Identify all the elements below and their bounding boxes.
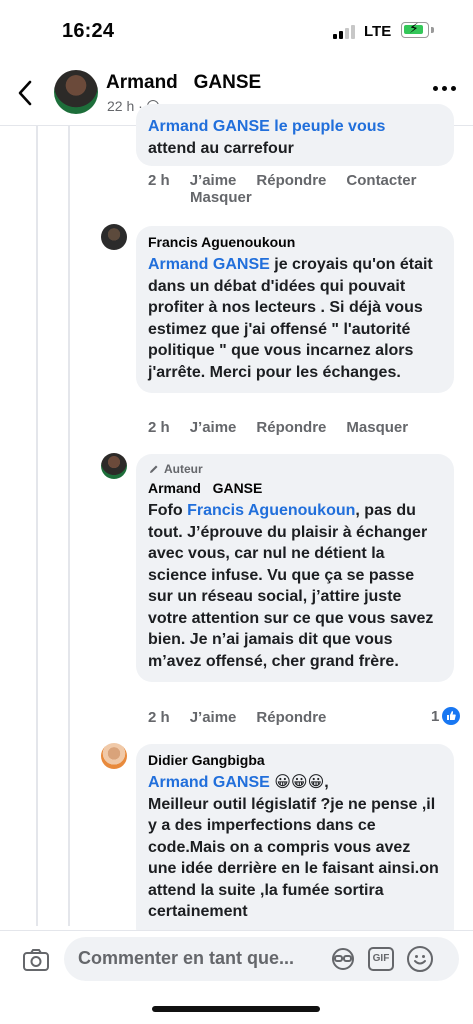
comment-text-content: , pas du tout. J’éprouve du plaisir à éc… [148,502,434,670]
author-badge: Auteur [148,462,442,476]
author-name[interactable]: Armand GANSE [106,72,261,94]
comment-time: 2 h [148,419,170,436]
like-button[interactable]: J’aime [190,419,237,436]
comment-bubble: Armand GANSE le peuple vous attend au ca… [136,104,454,166]
thread-line [68,126,70,926]
hide-button[interactable]: Masquer [346,419,408,436]
camera-icon[interactable] [22,948,50,972]
network-label: LTE [364,23,392,40]
comment-author[interactable]: Didier Gangbigba [148,752,442,768]
comment-emojis: 😀😀😀, [269,774,329,791]
commenter-avatar[interactable] [101,453,127,479]
like-button[interactable]: J’aime [190,172,237,189]
mention-link[interactable]: Armand GANSE [148,774,270,791]
reply-button[interactable]: Répondre [256,419,326,436]
contact-button[interactable]: Contacter [346,172,416,189]
comment-text-content: je croyais qu'on était dans un débat d'i… [148,256,433,381]
comment-text-line: attend au carrefour [148,139,294,157]
comment-author[interactable]: Francis Aguenoukoun [148,234,442,250]
more-options-button[interactable] [433,86,459,96]
pencil-icon [150,465,158,473]
comment-time: 2 h [148,709,170,726]
comment-actions: 2 h J’aime Répondre Masquer [148,419,408,436]
comment-time: 2 h [148,172,170,189]
battery-cap [431,27,434,33]
battery-icon: ⚡ [401,20,429,38]
home-indicator [152,1006,320,1012]
avatar-sticker-icon[interactable] [330,947,356,971]
comment-input[interactable]: Commenter en tant que... GIF [64,937,459,981]
reaction-count: 1 [431,707,440,725]
comment-prefix: Fofo [148,502,188,519]
like-icon [442,707,461,725]
reply-button[interactable]: Répondre [256,709,326,726]
comment-text-content: Meilleur outil législatif ?je ne pense ,… [148,795,439,921]
comment-bubble: Francis Aguenoukoun Armand GANSE je croy… [136,226,454,393]
comment-actions: 2 h J’aime Répondre Contacter Masquer [148,172,448,206]
status-bar: 16:24 LTE ⚡ [0,0,473,60]
comment-text: Fofo Francis Aguenoukoun, pas du tout. J… [148,500,442,672]
author-badge-label: Auteur [164,462,203,476]
commenter-avatar[interactable] [101,224,127,250]
gif-icon[interactable]: GIF [368,947,394,971]
emoji-icon[interactable] [407,946,433,972]
status-time: 16:24 [62,20,115,42]
signal-icon [333,24,357,39]
hide-button[interactable]: Masquer [190,189,448,206]
mention-link[interactable]: Armand GANSE [148,256,270,273]
author-avatar[interactable] [54,70,98,114]
thread-line [36,126,38,926]
comment-composer: Commenter en tant que... GIF [0,930,473,990]
chevron-left-icon [18,80,32,106]
comment-bubble: Didier Gangbigba Armand GANSE 😀😀😀, Meill… [136,744,454,944]
comment-bubble: Auteur Armand GANSE Fofo Francis Aguenou… [136,454,454,682]
comment-input-placeholder: Commenter en tant que... [78,948,295,968]
comment-actions: 2 h J’aime Répondre [148,709,326,726]
mention-link[interactable]: Francis Aguenoukoun [187,502,355,519]
commenter-avatar[interactable] [101,743,127,769]
comment-text: Armand GANSE le peuple vous attend au ca… [148,116,442,159]
comment-text: Armand GANSE 😀😀😀, Meilleur outil législa… [148,772,442,923]
comment-text-line: Armand GANSE le peuple vous [148,118,386,135]
back-button[interactable] [14,78,38,108]
comment-text: Armand GANSE je croyais qu'on était dans… [148,254,442,383]
like-button[interactable]: J’aime [190,709,237,726]
reaction-summary[interactable]: 1 [431,707,461,725]
comment-author[interactable]: Armand GANSE [148,480,442,496]
reply-button[interactable]: Répondre [256,172,326,189]
